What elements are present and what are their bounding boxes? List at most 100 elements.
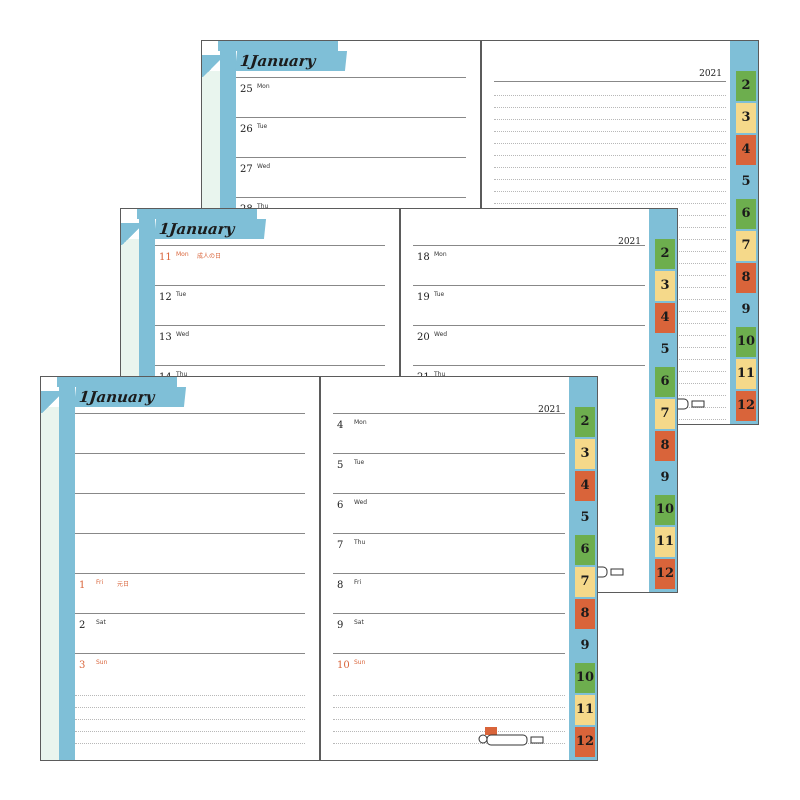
day-row[interactable]: 9 Sat <box>333 613 565 653</box>
month-tab[interactable]: 7 <box>575 567 595 597</box>
note-line <box>494 95 726 96</box>
month-tab[interactable]: 5 <box>655 335 675 365</box>
holiday-note: 成人の日 <box>197 253 222 260</box>
month-tab[interactable]: 4 <box>575 471 595 501</box>
header-rule <box>494 81 726 82</box>
day-number: 6 <box>337 500 344 511</box>
day-row[interactable]: 2 Sat <box>75 613 305 653</box>
day-number: 26 <box>240 124 253 135</box>
day-row[interactable]: 18 Mon <box>413 245 645 285</box>
note-line <box>494 203 726 204</box>
day-number: 2 <box>79 620 86 631</box>
day-row[interactable]: 13 Wed <box>155 325 385 365</box>
day-row[interactable]: 25 Mon <box>236 77 466 117</box>
month-tab[interactable]: 5 <box>575 503 595 533</box>
day-row[interactable]: 26 Tue <box>236 117 466 157</box>
day-row[interactable]: 7 Thu <box>333 533 565 573</box>
month-tab[interactable]: 6 <box>655 367 675 397</box>
month-tab[interactable]: 12 <box>736 391 756 421</box>
day-name: Fri <box>354 579 362 586</box>
month-tabs: 2 3 4 5 6 7 8 9 10 11 12 <box>569 377 597 760</box>
spine-bar <box>59 377 75 760</box>
day-row[interactable]: 19 Tue <box>413 285 645 325</box>
month-tab[interactable]: 12 <box>575 727 595 757</box>
month-tab[interactable]: 8 <box>575 599 595 629</box>
day-name: Tue <box>434 291 445 298</box>
day-number: 18 <box>417 252 430 263</box>
month-tab[interactable]: 2 <box>655 239 675 269</box>
month-tab[interactable]: 3 <box>655 271 675 301</box>
day-row[interactable]: 27 Wed <box>236 157 466 197</box>
day-row[interactable]: 8 Fri <box>333 573 565 613</box>
month-tab[interactable]: 4 <box>655 303 675 333</box>
holiday-note: 元日 <box>117 581 130 588</box>
month-tab[interactable]: 6 <box>736 199 756 229</box>
day-name: Sun <box>354 659 366 666</box>
day-name: Mon <box>434 251 447 258</box>
day-name: Mon <box>354 419 367 426</box>
note-line <box>494 191 726 192</box>
month-tab[interactable]: 8 <box>736 263 756 293</box>
day-row[interactable] <box>75 533 305 573</box>
month-tab[interactable]: 7 <box>736 231 756 261</box>
month-tab[interactable]: 10 <box>655 495 675 525</box>
note-line <box>333 707 565 708</box>
day-number: 20 <box>417 332 430 343</box>
day-row[interactable]: 5 Tue <box>333 453 565 493</box>
day-row[interactable]: 4 Mon <box>333 413 565 453</box>
day-row[interactable] <box>75 413 305 453</box>
month-tab[interactable]: 8 <box>655 431 675 461</box>
day-row[interactable] <box>75 493 305 533</box>
month-tab[interactable]: 2 <box>575 407 595 437</box>
month-tab[interactable]: 9 <box>575 631 595 661</box>
planner-spread: 1January 1 Fri 元日 2 Sat 3 Sun 2021 4 Mon 5 Tue 6 Wed 7 T… <box>40 376 598 761</box>
month-tab[interactable]: 7 <box>655 399 675 429</box>
day-row[interactable]: 12 Tue <box>155 285 385 325</box>
month-tab[interactable]: 11 <box>736 359 756 389</box>
day-row[interactable]: 20 Wed <box>413 325 645 365</box>
day-number: 8 <box>337 580 344 591</box>
day-name: Tue <box>176 291 187 298</box>
day-name: Tue <box>257 123 268 130</box>
month-tab[interactable]: 6 <box>575 535 595 565</box>
month-tab[interactable]: 11 <box>655 527 675 557</box>
day-number: 13 <box>159 332 172 343</box>
left-page: 1January 1 Fri 元日 2 Sat 3 Sun <box>40 376 320 761</box>
day-row[interactable]: 11 Mon 成人の日 <box>155 245 385 285</box>
day-row[interactable]: 1 Fri 元日 <box>75 573 305 613</box>
day-row[interactable]: 3 Sun <box>75 653 305 693</box>
day-name: Thu <box>354 539 366 546</box>
day-number: 3 <box>79 660 86 671</box>
month-tab[interactable]: 3 <box>575 439 595 469</box>
month-tab[interactable]: 4 <box>736 135 756 165</box>
month-tab[interactable]: 9 <box>736 295 756 325</box>
day-row[interactable] <box>75 453 305 493</box>
month-tab[interactable]: 10 <box>575 663 595 693</box>
day-number: 4 <box>337 420 344 431</box>
note-line <box>494 167 726 168</box>
day-row[interactable]: 6 Wed <box>333 493 565 533</box>
month-tab[interactable]: 10 <box>736 327 756 357</box>
note-line <box>494 119 726 120</box>
month-tab[interactable]: 12 <box>655 559 675 589</box>
day-name: Tue <box>354 459 365 466</box>
character-illustration-icon <box>471 715 551 753</box>
day-number: 5 <box>337 460 344 471</box>
note-line <box>494 143 726 144</box>
day-row[interactable]: 10 Sun <box>333 653 565 693</box>
month-tab[interactable]: 11 <box>575 695 595 725</box>
day-name: Sat <box>96 619 106 626</box>
month-tab[interactable]: 5 <box>736 167 756 197</box>
month-tab[interactable]: 2 <box>736 71 756 101</box>
day-number: 12 <box>159 292 172 303</box>
note-line <box>494 131 726 132</box>
month-tab[interactable]: 9 <box>655 463 675 493</box>
day-number: 7 <box>337 540 344 551</box>
month-tabs: 2 3 4 5 6 7 8 9 10 11 12 <box>649 209 677 592</box>
day-name: Wed <box>354 499 368 506</box>
month-tab[interactable]: 3 <box>736 103 756 133</box>
day-name: Sat <box>354 619 364 626</box>
note-line <box>75 695 305 696</box>
note-line <box>494 155 726 156</box>
note-line <box>75 731 305 732</box>
